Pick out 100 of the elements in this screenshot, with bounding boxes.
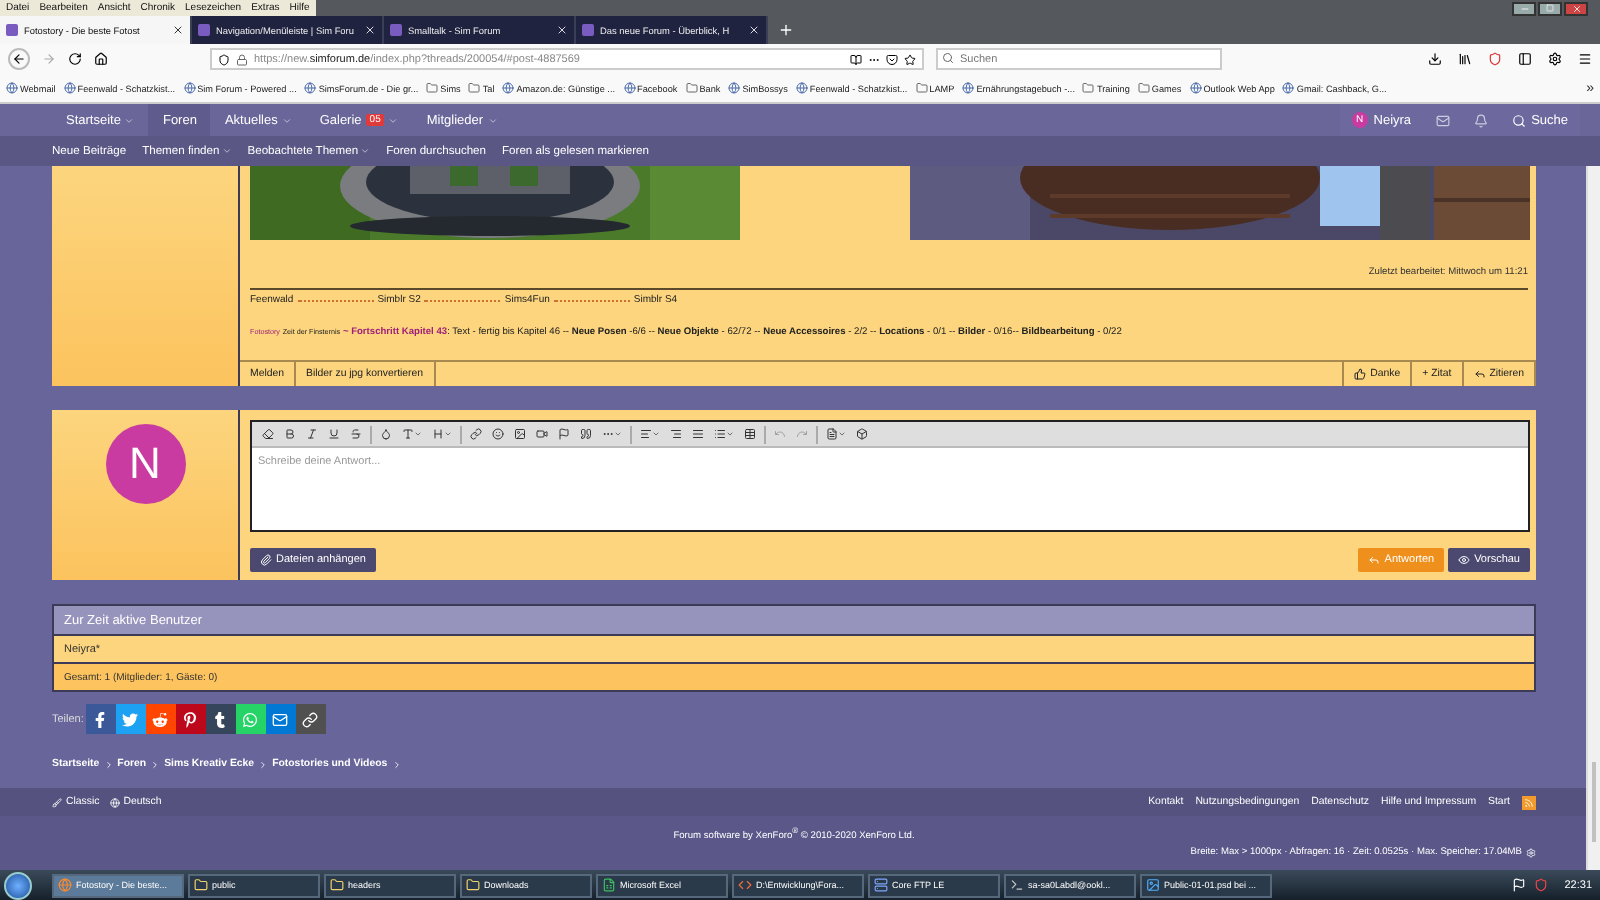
- close-icon: [364, 24, 376, 36]
- library-icon: [1458, 52, 1472, 66]
- globe-icon: [728, 82, 741, 94]
- caret-icon: [221, 146, 232, 156]
- editor-tool-button[interactable]: [376, 428, 396, 440]
- smiley-icon: [492, 428, 504, 440]
- rss-button[interactable]: [1522, 795, 1536, 809]
- search-icon: [1511, 113, 1526, 127]
- minimize-button[interactable]: [1512, 1, 1536, 15]
- bold-icon: [284, 428, 296, 440]
- share-button[interactable]: [205, 704, 236, 734]
- start-button[interactable]: [4, 871, 32, 899]
- share-button[interactable]: [85, 704, 116, 734]
- globe-icon: [795, 82, 808, 94]
- share-button[interactable]: [115, 704, 146, 734]
- eye-icon: [1458, 554, 1471, 566]
- globe-icon: [1282, 82, 1295, 94]
- share-button[interactable]: [265, 704, 296, 734]
- chevron-icon: [103, 759, 114, 769]
- minimize-icon: [1519, 3, 1529, 13]
- terminal-icon: [1010, 878, 1024, 892]
- editor-tool-button[interactable]: [576, 428, 596, 440]
- folder-icon: [468, 82, 481, 94]
- editor-tool-button[interactable]: [532, 428, 552, 440]
- quote-icon: [580, 428, 592, 440]
- settings-icon: [1526, 847, 1536, 858]
- cube-icon: [856, 428, 868, 440]
- image-icon: [1146, 878, 1160, 892]
- mail-icon: [1435, 113, 1450, 127]
- droplet-icon: [380, 428, 392, 440]
- editor-tool-button[interactable]: [554, 428, 574, 440]
- editor-tool-button[interactable]: [466, 428, 486, 440]
- folder-icon: [685, 82, 698, 94]
- editor-tool-button[interactable]: [688, 428, 708, 440]
- flag-icon: [1512, 878, 1527, 892]
- editor-tool-button[interactable]: [302, 428, 322, 440]
- maximize-button[interactable]: [1538, 1, 1562, 15]
- outdent-icon: [670, 428, 682, 440]
- star-icon: [904, 53, 916, 65]
- share-button[interactable]: [295, 704, 326, 734]
- pocket-icon: [886, 53, 898, 65]
- home-icon: [94, 52, 108, 66]
- close-icon: [748, 24, 760, 36]
- rss-icon: [1524, 797, 1534, 807]
- mail-icon: [272, 711, 289, 727]
- back-icon: [12, 52, 26, 66]
- folder-icon: [330, 878, 344, 892]
- spreadsheet-icon: [602, 878, 616, 892]
- list-icon: [714, 428, 726, 440]
- editor-tool-button[interactable]: [346, 428, 366, 440]
- back-button[interactable]: [8, 48, 30, 70]
- maximize-icon: [1546, 4, 1554, 12]
- shield-icon: [1488, 52, 1502, 66]
- close-button[interactable]: [1564, 1, 1588, 15]
- thumbs-up-icon: [1354, 368, 1367, 380]
- editor-tool-button[interactable]: [852, 428, 872, 440]
- paperclip-icon: [260, 554, 272, 566]
- globe-icon: [183, 82, 196, 94]
- twitter-icon: [122, 711, 139, 727]
- globe-icon: [304, 82, 317, 94]
- folder-icon: [915, 82, 928, 94]
- caret-icon: [388, 115, 399, 125]
- menu-icon: [1578, 52, 1592, 66]
- globe-icon: [1189, 82, 1202, 94]
- reader-icon: [850, 53, 862, 65]
- caret-icon: [124, 115, 135, 125]
- editor-tool-button[interactable]: [488, 428, 508, 440]
- lock-icon: [236, 53, 248, 65]
- globe-icon: [6, 82, 18, 94]
- editor-tool-button[interactable]: [258, 428, 278, 440]
- folder-icon: [426, 82, 439, 94]
- scrollbar[interactable]: [1586, 166, 1600, 870]
- editor-tool-button[interactable]: [740, 428, 760, 440]
- share-button[interactable]: [175, 704, 206, 734]
- globe-icon: [502, 82, 515, 94]
- eraser-icon: [262, 428, 274, 440]
- reddit-icon: [152, 711, 169, 727]
- link-icon: [470, 428, 482, 440]
- tumblr-icon: [212, 711, 229, 727]
- pinterest-icon: [182, 711, 199, 727]
- forward-icon: [42, 52, 56, 66]
- strikethrough-icon: [350, 428, 362, 440]
- italic-icon: [306, 428, 318, 440]
- globe-icon: [63, 82, 76, 94]
- share-button[interactable]: [235, 704, 266, 734]
- heading-icon: [432, 428, 444, 440]
- favicon-icon: [6, 24, 18, 36]
- document-icon: [826, 428, 838, 440]
- favicon-icon: [198, 24, 210, 36]
- editor-tool-button[interactable]: [510, 428, 530, 440]
- search-icon: [942, 52, 954, 64]
- flag-icon: [558, 428, 570, 440]
- close-icon: [556, 24, 568, 36]
- editor-tool-button[interactable]: [666, 428, 686, 440]
- whatsapp-icon: [242, 711, 259, 727]
- globe-icon: [623, 82, 636, 94]
- facebook-icon: [92, 711, 109, 727]
- editor-tool-button[interactable]: [280, 428, 300, 440]
- font-icon: [402, 428, 414, 440]
- table-icon: [744, 428, 756, 440]
